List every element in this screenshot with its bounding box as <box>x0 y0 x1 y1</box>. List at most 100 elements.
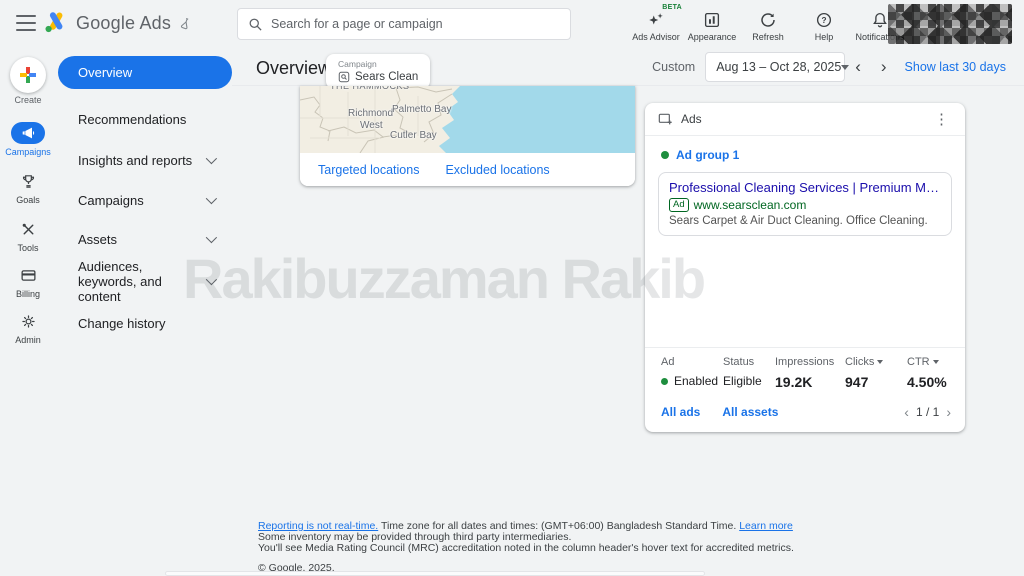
ad-headline: Professional Cleaning Services | Premium… <box>669 180 941 195</box>
footer-line-3: You'll see Media Rating Council (MRC) ac… <box>258 542 794 554</box>
chevron-down-icon <box>205 273 218 286</box>
horizontal-scrollbar[interactable] <box>165 571 705 576</box>
stat-status-value: Eligible <box>723 374 762 388</box>
stat-ctr[interactable]: CTR 4.50% <box>907 356 963 390</box>
experiments-icon[interactable] <box>179 17 192 30</box>
excluded-locations-link[interactable]: Excluded locations <box>445 163 549 177</box>
stat-impressions: Impressions 19.2K <box>775 356 845 390</box>
nav-item-recommendations[interactable]: Recommendations <box>58 102 232 136</box>
date-range-dropdown[interactable]: Aug 13 – Oct 28, 2025 <box>705 52 850 82</box>
sort-caret-icon <box>932 360 939 364</box>
nav-insights-label: Insights and reports <box>78 152 193 168</box>
targeted-locations-link[interactable]: Targeted locations <box>318 163 419 177</box>
stat-ctr-value: 4.50% <box>907 374 947 390</box>
nav-item-change-history[interactable]: Change history <box>58 306 232 340</box>
nav-item-insights-and-reports[interactable]: Insights and reports <box>58 143 232 177</box>
learn-more-link[interactable]: Learn more <box>739 520 793 532</box>
ad-group-link[interactable]: Ad group 1 <box>645 136 965 170</box>
map[interactable]: THE HAMMOCKS Richmond West Palmetto Bay … <box>300 86 635 153</box>
rail-item-campaigns[interactable]: Campaigns <box>0 122 56 157</box>
all-ads-link[interactable]: All ads <box>661 405 700 419</box>
nav-recommendations-label: Recommendations <box>78 111 187 127</box>
stat-ad-value: Enabled <box>674 374 719 388</box>
previous-period-button[interactable]: ‹ <box>845 57 871 77</box>
nav-campaigns-label: Campaigns <box>78 192 144 208</box>
nav-assets-label: Assets <box>78 231 118 247</box>
date-range-value: Aug 13 – Oct 28, 2025 <box>716 60 842 74</box>
next-period-button[interactable]: › <box>871 57 897 77</box>
help-button[interactable]: ? Help <box>796 6 852 42</box>
scope-kind: Campaign <box>338 59 377 69</box>
campaign-scope-chip[interactable]: Campaign Sears Clean <box>326 54 431 89</box>
all-assets-link[interactable]: All assets <box>722 405 778 419</box>
locations-map-card: THE HAMMOCKS Richmond West Palmetto Bay … <box>300 86 635 186</box>
scope-campaign-name: Sears Clean <box>355 71 419 83</box>
ads-advisor-button[interactable]: BETA Ads Advisor <box>628 4 684 42</box>
ad-preview[interactable]: Professional Cleaning Services | Premium… <box>658 172 952 236</box>
map-label-cutler-bay: Cutler Bay <box>390 130 437 141</box>
map-graphic <box>300 86 635 153</box>
nav-item-campaigns[interactable]: Campaigns <box>58 183 232 217</box>
rail-item-admin[interactable]: Admin <box>0 310 56 345</box>
plus-icon <box>20 67 36 83</box>
search-input[interactable] <box>271 17 560 31</box>
sparkle-icon <box>647 11 665 29</box>
kebab-menu-icon[interactable]: ⋮ <box>930 110 953 128</box>
stat-clicks[interactable]: Clicks 947 <box>845 356 907 390</box>
nav-item-overview[interactable]: Overview <box>58 56 232 89</box>
map-label-partial: THE HAMMOCKS <box>330 86 410 91</box>
page-previous-icon[interactable]: ‹ <box>904 404 909 420</box>
refresh-button[interactable]: Refresh <box>740 6 796 42</box>
enabled-dot-icon <box>661 377 668 385</box>
gear-icon <box>11 310 45 332</box>
stat-status-label: Status <box>723 356 755 368</box>
chevron-down-icon <box>205 192 218 205</box>
ad-badge: Ad <box>669 198 689 212</box>
ads-card-title: Ads <box>681 112 702 126</box>
appearance-icon <box>703 11 721 29</box>
appearance-label: Appearance <box>687 32 737 42</box>
nav-item-assets[interactable]: Assets <box>58 222 232 256</box>
search-icon <box>248 17 263 32</box>
map-label-richmond: Richmond <box>348 108 394 119</box>
date-mode-label: Custom <box>652 60 696 74</box>
create-button[interactable] <box>10 57 46 93</box>
stat-status: Status Eligible <box>723 356 775 390</box>
rail-item-goals[interactable]: Goals <box>0 170 56 205</box>
map-label-west: West <box>360 120 383 131</box>
status-dot-icon <box>661 151 669 159</box>
global-search[interactable] <box>237 8 571 40</box>
stat-ctr-label: CTR <box>907 356 930 368</box>
top-bar: Google Ads BETA Ads Advisor <box>0 0 1024 48</box>
ad-description: Sears Carpet & Air Duct Cleaning. Office… <box>669 215 928 227</box>
chevron-down-icon <box>205 152 218 165</box>
rail-item-tools[interactable]: Tools <box>0 218 56 253</box>
trophy-icon <box>11 170 45 192</box>
page-title: Overview <box>256 58 332 78</box>
pagination-label: 1 / 1 <box>915 405 940 419</box>
ads-icon <box>657 111 673 127</box>
appearance-button[interactable]: Appearance <box>684 6 740 42</box>
refresh-icon <box>759 11 777 29</box>
nav-audiences-label: Audiences, keywords, and content <box>78 258 162 304</box>
nav-item-audiences-keywords-content[interactable]: Audiences, keywords, and content <box>58 258 232 304</box>
page-header: Overview Campaign Sears Clean Custom Aug… <box>232 48 1024 89</box>
google-ads-logo-icon <box>44 12 68 34</box>
page-next-icon[interactable]: › <box>946 404 951 420</box>
account-info-redacted[interactable] <box>888 4 1012 44</box>
sort-caret-icon <box>877 360 884 364</box>
ad-display-url: www.searsclean.com <box>693 198 807 212</box>
rail-admin-label: Admin <box>15 335 41 345</box>
rail-item-billing[interactable]: Billing <box>0 264 56 299</box>
stat-ad-label: Ad <box>661 356 675 368</box>
page-footer: Reporting is not real-time. Time zone fo… <box>258 521 794 574</box>
notifications-icon <box>871 11 889 29</box>
ads-advisor-label: Ads Advisor <box>632 32 680 42</box>
nav-change-history-label: Change history <box>78 315 166 331</box>
section-nav: Overview Recommendations Insights and re… <box>56 48 234 340</box>
tools-icon <box>11 218 45 240</box>
menu-icon[interactable] <box>16 15 36 31</box>
show-last-30-days-link[interactable]: Show last 30 days <box>905 60 1006 74</box>
rail-campaigns-label: Campaigns <box>5 147 51 157</box>
help-icon: ? <box>815 11 833 29</box>
